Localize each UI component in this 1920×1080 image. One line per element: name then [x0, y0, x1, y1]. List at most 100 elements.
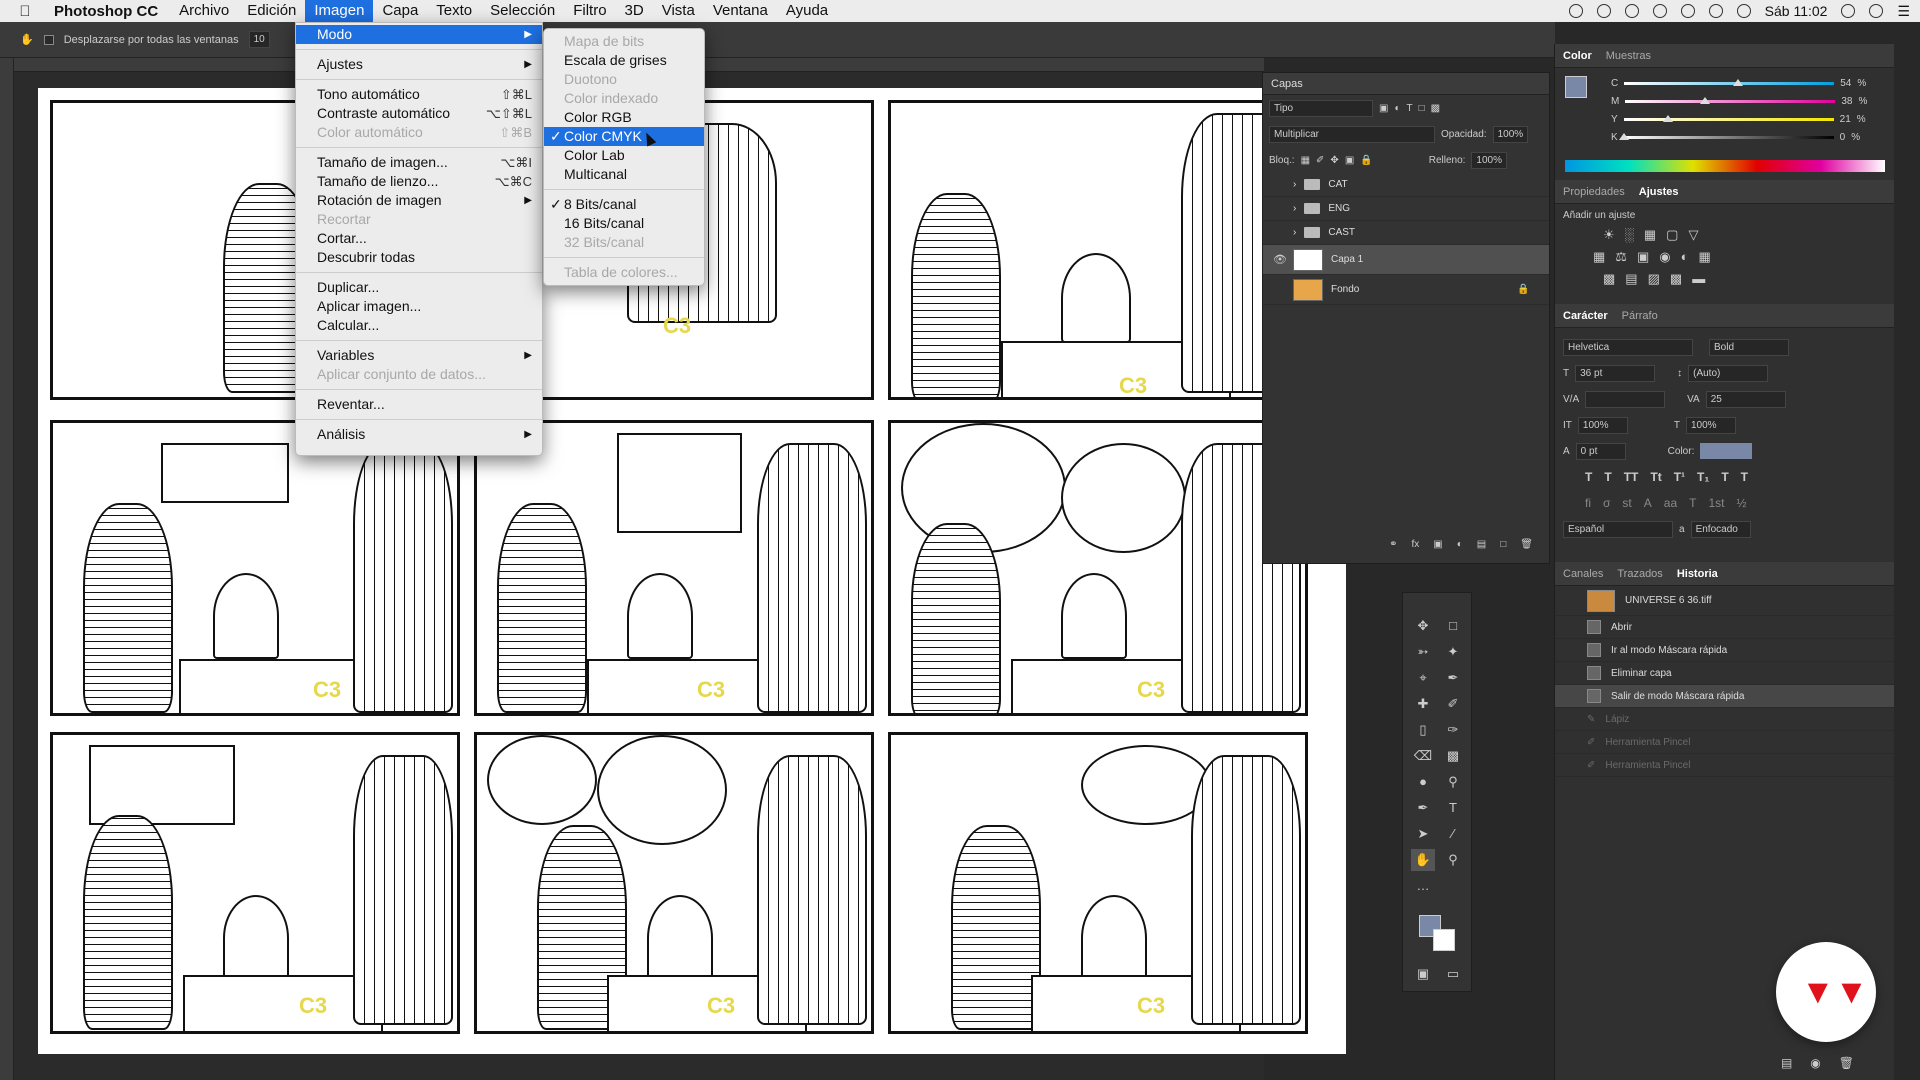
- menu-item-tamano-imagen[interactable]: Tamaño de imagen... ⌥⌘I: [296, 153, 542, 172]
- tab-historia[interactable]: Historia: [1677, 568, 1718, 580]
- move-tool-icon[interactable]: ✥: [1411, 615, 1435, 637]
- tab-ajustes[interactable]: Ajustes: [1639, 186, 1679, 198]
- menu-item-contraste-automatico[interactable]: Contraste automático ⌥⇧⌘L: [296, 104, 542, 123]
- eye-icon[interactable]: 👁: [1273, 253, 1287, 266]
- lock-brush-icon[interactable]: ✐: [1316, 155, 1324, 166]
- subscript-icon[interactable]: T₁: [1697, 470, 1709, 484]
- menu-edicion[interactable]: Edición: [238, 0, 305, 22]
- stamp-tool-icon[interactable]: ▯: [1411, 719, 1435, 741]
- strikethrough-icon[interactable]: T: [1741, 470, 1748, 484]
- pen-tool-icon[interactable]: ✒: [1411, 797, 1435, 819]
- fx-icon[interactable]: fx: [1412, 539, 1420, 550]
- menu-item-aplicar-imagen[interactable]: Aplicar imagen...: [296, 297, 542, 316]
- submenu-item-color-rgb[interactable]: Color RGB: [544, 108, 704, 127]
- stylistic-icon[interactable]: A: [1644, 496, 1652, 510]
- lock-move-icon[interactable]: ✥: [1330, 155, 1338, 166]
- small-caps-icon[interactable]: Tt: [1650, 470, 1661, 484]
- bluetooth-icon[interactable]: [1680, 4, 1695, 18]
- menu-ventana[interactable]: Ventana: [704, 0, 777, 22]
- link-icon[interactable]: ⚭: [1389, 539, 1397, 550]
- layer-filter-select[interactable]: Tipo: [1269, 99, 1373, 117]
- menu-item-tamano-lienzo[interactable]: Tamaño de lienzo... ⌥⌘C: [296, 172, 542, 191]
- filter-smart-icon[interactable]: ▩: [1431, 103, 1440, 114]
- eyedropper-icon[interactable]: ✒: [1441, 667, 1465, 689]
- menu-item-rotacion-imagen[interactable]: Rotación de imagen ▶: [296, 191, 542, 210]
- bw-icon[interactable]: ▣: [1637, 249, 1649, 265]
- zoom-tool-icon[interactable]: ⚲: [1441, 849, 1465, 871]
- levels-icon[interactable]: ░: [1625, 227, 1634, 243]
- crop-tool-icon[interactable]: ⌖: [1411, 667, 1435, 689]
- record-icon[interactable]: [1568, 4, 1583, 18]
- background-color-swatch[interactable]: [1433, 929, 1455, 951]
- adjustment-layer-icon[interactable]: ◐: [1457, 539, 1463, 550]
- menu-item-ajustes[interactable]: Ajustes ▶: [296, 55, 542, 74]
- dropbox-icon[interactable]: [1596, 4, 1611, 18]
- eraser-tool-icon[interactable]: ⌫: [1411, 745, 1435, 767]
- scroll-all-checkbox[interactable]: [43, 34, 54, 45]
- app-name[interactable]: Photoshop CC: [50, 3, 170, 20]
- menu-item-analisis[interactable]: Análisis ▶: [296, 425, 542, 444]
- underline-icon[interactable]: T: [1721, 470, 1728, 484]
- hand-tool-icon[interactable]: ✋: [20, 33, 34, 46]
- history-item[interactable]: ✐ Herramienta Pincel: [1555, 731, 1894, 754]
- vibrance-icon[interactable]: ▽: [1688, 227, 1698, 243]
- threshold-icon[interactable]: ▨: [1648, 271, 1660, 287]
- history-item[interactable]: ✐ Herramienta Pincel: [1555, 754, 1894, 777]
- clock[interactable]: Sáb 11:02: [1765, 3, 1828, 19]
- ligature-icon[interactable]: fi: [1585, 496, 1591, 510]
- gradient-map-icon[interactable]: ▬: [1692, 271, 1705, 287]
- discretionary-icon[interactable]: st: [1622, 496, 1631, 510]
- faux-italic-icon[interactable]: T: [1604, 470, 1611, 484]
- ordinal-icon[interactable]: T: [1689, 496, 1696, 510]
- lock-all-icon[interactable]: 🔒: [1360, 155, 1372, 166]
- menu-seleccion[interactable]: Selección: [481, 0, 564, 22]
- faux-bold-icon[interactable]: T: [1585, 470, 1592, 484]
- filter-adjust-icon[interactable]: ◐: [1394, 103, 1400, 114]
- posterize-icon[interactable]: ▤: [1625, 271, 1637, 287]
- menu-texto[interactable]: Texto: [427, 0, 481, 22]
- list-icon[interactable]: ☰: [1897, 3, 1910, 20]
- search-icon[interactable]: [1841, 4, 1856, 18]
- tab-parrafo[interactable]: Párrafo: [1622, 310, 1658, 322]
- lock-artboard-icon[interactable]: ▣: [1345, 155, 1354, 166]
- photo-filter-icon[interactable]: ◉: [1659, 249, 1670, 265]
- lasso-tool-icon[interactable]: ➳: [1411, 641, 1435, 663]
- magic-wand-icon[interactable]: ✦: [1441, 641, 1465, 663]
- submenu-item-color-lab[interactable]: Color Lab: [544, 146, 704, 165]
- cloud-icon[interactable]: [1624, 4, 1639, 18]
- leading-field[interactable]: (Auto): [1688, 364, 1769, 382]
- hand-tool-icon[interactable]: ✋: [1411, 849, 1435, 871]
- brush-tool-icon[interactable]: ✐: [1441, 693, 1465, 715]
- tab-muestras[interactable]: Muestras: [1606, 50, 1651, 62]
- history-item[interactable]: Salir de modo Máscara rápida: [1555, 685, 1894, 708]
- submenu-item-escala-grises[interactable]: Escala de grises: [544, 51, 704, 70]
- dodge-tool-icon[interactable]: ⚲: [1441, 771, 1465, 793]
- tab-caracter[interactable]: Carácter: [1563, 310, 1608, 322]
- color-spectrum[interactable]: [1565, 160, 1885, 172]
- menu-item-reventar[interactable]: Reventar...: [296, 395, 542, 414]
- submenu-item-color-cmyk[interactable]: ✓ Color CMYK: [544, 127, 704, 146]
- menu-item-duplicar[interactable]: Duplicar...: [296, 278, 542, 297]
- kerning-field[interactable]: [1585, 390, 1666, 408]
- titling-icon[interactable]: aa: [1664, 496, 1677, 510]
- superscript-icon[interactable]: T¹: [1674, 470, 1685, 484]
- new-layer-icon[interactable]: □: [1500, 539, 1506, 550]
- expand-chevron-icon[interactable]: ›: [1293, 227, 1296, 238]
- color-swatch[interactable]: [1565, 76, 1587, 98]
- menu-ayuda[interactable]: Ayuda: [777, 0, 837, 22]
- history-item[interactable]: Eliminar capa: [1555, 662, 1894, 685]
- time-machine-icon[interactable]: [1652, 4, 1667, 18]
- submenu-item-multicanal[interactable]: Multicanal: [544, 165, 704, 184]
- vscale-field[interactable]: 100%: [1577, 416, 1628, 434]
- language-select[interactable]: Español: [1563, 520, 1673, 538]
- font-size-field[interactable]: 36 pt: [1575, 364, 1656, 382]
- hue-icon[interactable]: ▦: [1593, 249, 1605, 265]
- siri-icon[interactable]: [1869, 4, 1884, 18]
- tracking-field[interactable]: 25: [1705, 390, 1786, 408]
- filter-shape-icon[interactable]: □: [1419, 103, 1425, 114]
- filter-text-icon[interactable]: T: [1407, 103, 1413, 114]
- exposure-icon[interactable]: ▢: [1666, 227, 1678, 243]
- more-tools-icon[interactable]: …: [1411, 875, 1435, 897]
- layer-row[interactable]: › CAT: [1263, 173, 1549, 197]
- submenu-item-8-bits[interactable]: ✓ 8 Bits/canal: [544, 195, 704, 214]
